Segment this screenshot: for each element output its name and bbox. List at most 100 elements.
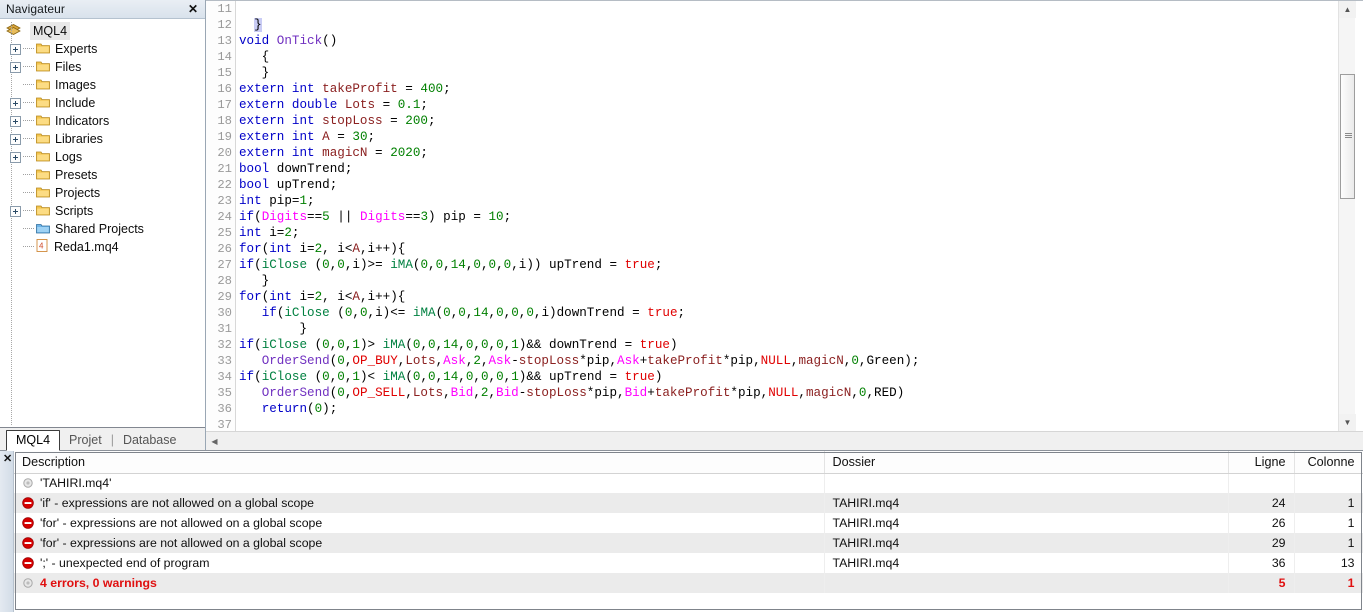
table-row[interactable]: ';' - unexpected end of programTAHIRI.mq…	[14, 553, 1363, 573]
tree-item-indicators[interactable]: Indicators	[0, 112, 205, 130]
code-line-13[interactable]: 13void OnTick()	[206, 33, 919, 49]
tab-projet[interactable]: Projet	[60, 431, 111, 450]
code-line-33[interactable]: 33 OrderSend(0,OP_BUY,Lots,Ask,2,Ask-sto…	[206, 353, 919, 369]
code-token: (	[307, 258, 322, 272]
code-line-11[interactable]: 11	[206, 1, 919, 17]
expand-plus-icon[interactable]	[10, 44, 21, 55]
code-token: void	[239, 34, 277, 48]
code-line-31[interactable]: 31 }	[206, 321, 919, 337]
tree-item-presets[interactable]: Presets	[0, 166, 205, 184]
table-row[interactable]: 'for' - expressions are not allowed on a…	[14, 533, 1363, 553]
expand-plus-icon[interactable]	[10, 98, 21, 109]
vertical-scroll-thumb[interactable]	[1340, 74, 1355, 199]
triangle-up-icon[interactable]: ▲	[1339, 1, 1356, 18]
line-number: 26	[206, 241, 232, 257]
code-content[interactable]: 1112 }13void OnTick()14 {15 }16extern in…	[206, 1, 919, 431]
table-row[interactable]: 4 errors, 0 warnings51	[14, 573, 1363, 593]
tree-item-images[interactable]: Images	[0, 76, 205, 94]
cell-description: 'TAHIRI.mq4'	[14, 473, 824, 493]
code-line-35[interactable]: 35 OrderSend(0,OP_SELL,Lots,Bid,2,Bid-st…	[206, 385, 919, 401]
code-line-36[interactable]: 36 return(0);	[206, 401, 919, 417]
code-token: true	[647, 306, 677, 320]
code-token: 0	[360, 306, 368, 320]
horizontal-scroll-track[interactable]	[223, 433, 1363, 450]
tab-database[interactable]: Database	[114, 431, 186, 450]
expand-plus-icon[interactable]	[10, 134, 21, 145]
code-token: *pip,	[723, 354, 761, 368]
tree-item-reda1-mq4[interactable]: 4Reda1.mq4	[0, 238, 205, 256]
code-line-16[interactable]: 16extern int takeProfit = 400;	[206, 81, 919, 97]
editor-vertical-scrollbar[interactable]: ▲ ▼	[1338, 1, 1355, 431]
tree-item-libraries[interactable]: Libraries	[0, 130, 205, 148]
tree-item-projects[interactable]: Projects	[0, 184, 205, 202]
code-token: i=	[299, 290, 314, 304]
tree-item-mql4-root[interactable]: MQL4	[0, 22, 205, 40]
code-token: Lots	[345, 98, 375, 112]
shared-folder-icon	[36, 222, 50, 237]
tab-mql4[interactable]: MQL4	[6, 430, 60, 451]
code-line-37[interactable]: 37	[206, 417, 919, 431]
code-token: 0	[322, 338, 330, 352]
code-line-19[interactable]: 19extern int A = 30;	[206, 129, 919, 145]
table-row[interactable]: 'TAHIRI.mq4'	[14, 473, 1363, 493]
column-header-ligne[interactable]: Ligne	[1228, 451, 1294, 473]
line-number: 25	[206, 225, 232, 241]
line-number: 11	[206, 1, 232, 17]
code-line-15[interactable]: 15 }	[206, 65, 919, 81]
code-line-30[interactable]: 30 if(iClose (0,0,i)<= iMA(0,0,14,0,0,0,…	[206, 305, 919, 321]
tree-item-experts[interactable]: Experts	[0, 40, 205, 58]
table-row[interactable]: 'for' - expressions are not allowed on a…	[14, 513, 1363, 533]
column-header-dossier[interactable]: Dossier	[824, 451, 1228, 473]
expand-plus-icon[interactable]	[10, 152, 21, 163]
cell-ligne: 24	[1228, 493, 1294, 513]
code-line-34[interactable]: 34if(iClose (0,0,1)< iMA(0,0,14,0,0,0,1)…	[206, 369, 919, 385]
triangle-left-icon[interactable]: ◀	[206, 433, 223, 450]
code-line-18[interactable]: 18extern int stopLoss = 200;	[206, 113, 919, 129]
table-row[interactable]: 'if' - expressions are not allowed on a …	[14, 493, 1363, 513]
code-token: 0	[337, 258, 345, 272]
code-line-20[interactable]: 20extern int magicN = 2020;	[206, 145, 919, 161]
code-line-12[interactable]: 12 }	[206, 17, 919, 33]
tree-item-label: Presets	[55, 166, 97, 184]
column-header-description[interactable]: Description	[14, 451, 824, 473]
editor-horizontal-scrollbar[interactable]: ◀	[206, 431, 1363, 450]
code-line-24[interactable]: 24if(Digits==5 || Digits==3) pip = 10;	[206, 209, 919, 225]
code-token: 0	[322, 370, 330, 384]
code-token: ,i)) upTrend =	[511, 258, 624, 272]
code-token: (	[307, 338, 322, 352]
code-line-21[interactable]: 21bool downTrend;	[206, 161, 919, 177]
expand-plus-icon[interactable]	[10, 116, 21, 127]
line-number: 20	[206, 145, 232, 161]
code-line-22[interactable]: 22bool upTrend;	[206, 177, 919, 193]
code-token: i=	[269, 226, 284, 240]
code-line-25[interactable]: 25int i=2;	[206, 225, 919, 241]
triangle-down-icon[interactable]: ▼	[1339, 414, 1356, 431]
expand-plus-icon[interactable]	[10, 62, 21, 73]
code-line-27[interactable]: 27if(iClose (0,0,i)>= iMA(0,0,14,0,0,0,i…	[206, 257, 919, 273]
code-line-14[interactable]: 14 {	[206, 49, 919, 65]
navigator-title: Navigateur	[6, 2, 185, 16]
code-token: 0	[420, 258, 428, 272]
column-header-colonne[interactable]: Colonne	[1294, 451, 1363, 473]
code-line-23[interactable]: 23int pip=1;	[206, 193, 919, 209]
code-line-29[interactable]: 29for(int i=2, i<A,i++){	[206, 289, 919, 305]
tree-item-shared-projects[interactable]: Shared Projects	[0, 220, 205, 238]
tree-item-include[interactable]: Include	[0, 94, 205, 112]
close-icon[interactable]: ✕	[185, 3, 201, 15]
tree-connector	[23, 58, 36, 76]
code-line-32[interactable]: 32if(iClose (0,0,1)> iMA(0,0,14,0,0,0,1)…	[206, 337, 919, 353]
code-line-17[interactable]: 17extern double Lots = 0.1;	[206, 97, 919, 113]
tree-item-files[interactable]: Files	[0, 58, 205, 76]
code-line-26[interactable]: 26for(int i=2, i<A,i++){	[206, 241, 919, 257]
code-token: )&& downTrend =	[519, 338, 640, 352]
code-line-28[interactable]: 28 }	[206, 273, 919, 289]
error-icon	[22, 556, 40, 570]
expand-plus-icon[interactable]	[10, 206, 21, 217]
tree-item-logs[interactable]: Logs	[0, 148, 205, 166]
code-text-area[interactable]: 1112 }13void OnTick()14 {15 }16extern in…	[206, 1, 1330, 431]
tree-item-scripts[interactable]: Scripts	[0, 202, 205, 220]
code-token: }	[239, 322, 307, 336]
code-token: 1	[511, 338, 519, 352]
navigator-tree[interactable]: MQL4 ExpertsFilesImagesIncludeIndicators…	[0, 19, 205, 426]
close-icon[interactable]: ✕	[3, 452, 12, 465]
